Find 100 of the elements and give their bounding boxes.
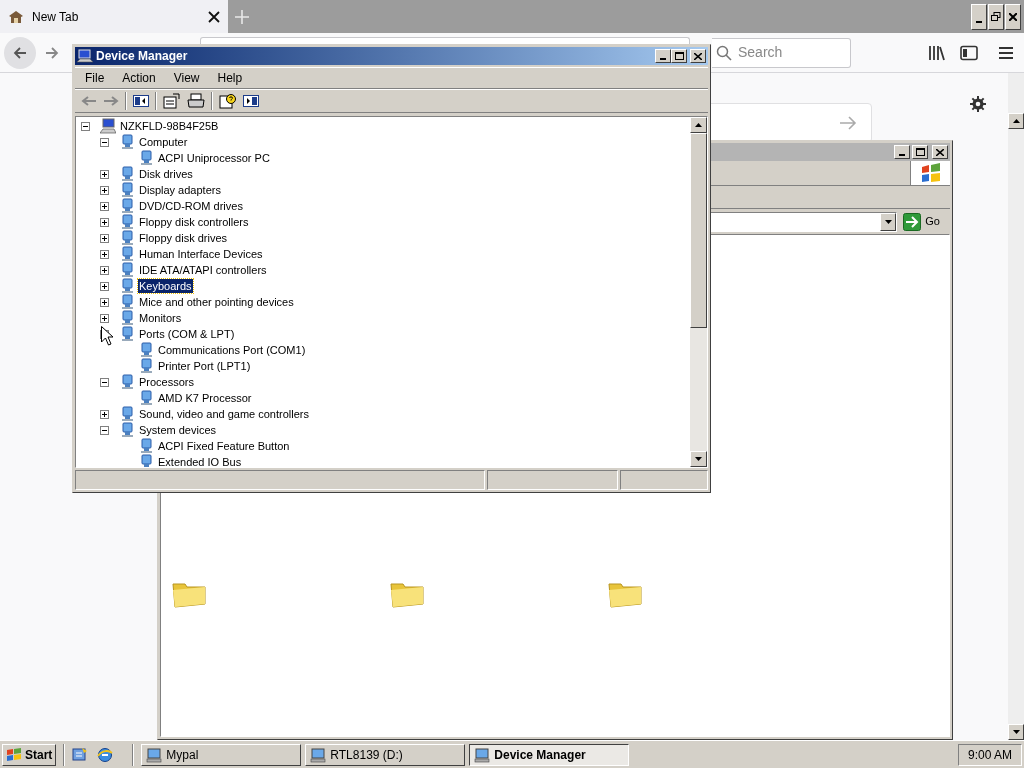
tree-item[interactable]: DVD/CD-ROM drives [138,199,244,213]
dropdown-button[interactable] [880,212,897,231]
tree-item[interactable]: Monitors [138,311,183,325]
device-icon [138,358,154,374]
expand-toggle[interactable] [100,249,109,259]
tree-item[interactable]: AMD K7 Processor [157,391,253,405]
app-icon [474,746,491,763]
device-icon [119,294,135,310]
tree-item[interactable]: Mice and other pointing devices [138,295,295,309]
window-title: Device Manager [96,48,188,65]
desktop-icon[interactable] [72,746,89,763]
device-icon [138,438,154,454]
address-field[interactable] [710,211,898,232]
back-button[interactable] [4,36,36,69]
action-pane-icon[interactable] [243,94,259,108]
down-arrow-icon [884,219,892,224]
taskbar-button[interactable]: RTL8139 (D:) [305,743,466,766]
help-icon[interactable] [219,93,237,109]
close-icon [694,52,702,60]
settings-icon[interactable] [969,95,987,113]
device-icon [119,406,135,422]
expand-toggle[interactable] [81,121,90,131]
expand-toggle[interactable] [100,137,109,147]
down-arrow-icon [695,457,702,461]
tree-item[interactable]: Disk drives [138,167,194,181]
close-button[interactable] [690,49,706,63]
properties-icon[interactable] [163,93,181,109]
taskbar-button[interactable]: Mypal [141,743,302,766]
device-icon [119,166,135,182]
minimize-button[interactable] [655,49,671,63]
minimize-button[interactable] [894,145,910,159]
browser-icon[interactable] [97,746,114,763]
tree-item[interactable]: Communications Port (COM1) [157,343,307,357]
scroll-up-button[interactable] [1008,113,1024,129]
expand-toggle[interactable] [100,265,109,275]
expand-toggle[interactable] [100,281,109,291]
up-arrow-icon [1012,119,1020,123]
expand-toggle[interactable] [100,185,109,195]
device-icon [119,134,135,150]
menu-item[interactable]: Help [210,67,250,89]
start-button[interactable]: Start [2,743,57,766]
expand-toggle[interactable] [100,217,109,227]
scroll-down-button[interactable] [690,451,707,467]
app-icon [146,746,163,763]
taskbar-button[interactable]: Device Manager [469,743,630,766]
expand-toggle[interactable] [100,313,109,323]
search-field[interactable]: Search [712,37,851,68]
menu-item[interactable]: View [166,67,207,89]
url-field[interactable] [200,37,690,44]
tab-favicon-icon [8,9,24,24]
device-icon [119,326,135,342]
scroll-up-button[interactable] [690,117,707,133]
library-icon[interactable] [928,44,946,61]
go-button[interactable]: Go [903,212,946,231]
tree-item[interactable]: Processors [138,375,196,389]
expand-toggle[interactable] [100,377,109,387]
expand-toggle[interactable] [100,409,109,419]
device-icon [138,454,154,467]
tree-item[interactable]: Human Interface Devices [138,247,264,261]
tree-item[interactable]: Extended IO Bus [157,455,243,467]
minimize-button[interactable] [971,4,987,30]
tree-item[interactable]: Ports (COM & LPT) [138,327,236,341]
tree-item[interactable]: ACPI Fixed Feature Button [157,439,291,453]
expand-toggle[interactable] [100,201,109,211]
tree-item[interactable]: Floppy disk drives [138,231,229,245]
expand-toggle[interactable] [100,233,109,243]
restore-button[interactable] [988,4,1004,30]
back-icon [12,44,28,61]
device-icon [119,230,135,246]
tree-item[interactable]: ACPI Uniprocessor PC [157,151,271,165]
print-icon[interactable] [187,93,205,109]
tree-item[interactable]: Keyboards [138,279,193,293]
expand-toggle[interactable] [100,169,109,179]
sidebar-icon[interactable] [960,44,978,61]
tree-item[interactable]: NZKFLD-98B4F25B [119,119,220,133]
close-tab-icon[interactable] [208,10,220,23]
close-button[interactable] [1005,4,1021,30]
tree-item[interactable]: Display adapters [138,183,222,197]
menu-item[interactable]: Action [115,67,163,89]
browser-tab[interactable]: New Tab [0,0,228,33]
close-button[interactable] [932,145,948,159]
scroll-thumb[interactable] [690,133,707,328]
menu-icon[interactable] [998,45,1014,60]
tree-item[interactable]: System devices [138,423,218,437]
down-arrow-icon [1012,730,1020,734]
tree-item[interactable]: Floppy disk controllers [138,215,250,229]
tree-item[interactable]: Printer Port (LPT1) [157,359,252,373]
show-hide-tree-icon[interactable] [133,94,149,108]
expand-toggle[interactable] [100,297,109,307]
menu-item[interactable]: File [78,67,112,89]
maximize-button[interactable] [912,145,928,159]
scroll-down-button[interactable] [1008,724,1024,740]
mouse-pointer-icon [101,326,113,346]
tree-item[interactable]: IDE ATA/ATAPI controllers [138,263,268,277]
tree-item[interactable]: Sound, video and game controllers [138,407,310,421]
expand-toggle[interactable] [100,425,109,435]
tree-item[interactable]: Computer [138,135,189,149]
maximize-button[interactable] [671,49,687,63]
forward-icon[interactable] [44,44,60,61]
device-icon [119,214,135,230]
